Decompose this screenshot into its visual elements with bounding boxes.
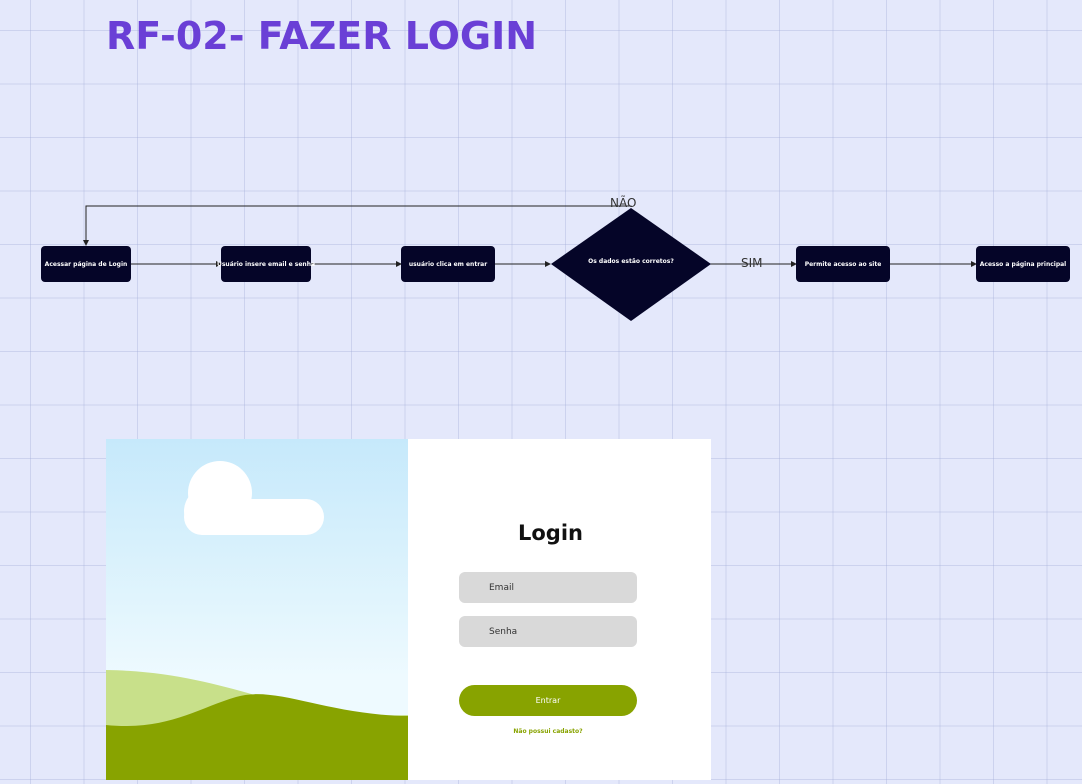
cloud-icon [184, 461, 324, 535]
edge-n4-n1 [83, 205, 632, 246]
signup-link[interactable]: Não possui cadasto? [459, 728, 637, 735]
flowchart: Acessar página de Login Usuário insere e… [0, 0, 1082, 420]
flow-node-insere: Usuário insere email e senha [217, 246, 315, 282]
flow-node-acessar: Acessar página de Login [41, 246, 131, 282]
login-button[interactable]: Entrar [459, 685, 637, 716]
flow-node-decision-label: Os dados estão corretos? [588, 258, 674, 265]
edge-label-nao: NÃO [610, 196, 637, 210]
flowchart-edges [83, 205, 977, 321]
login-mockup: Login Entrar Não possui cadasto? [106, 439, 711, 780]
landscape-art [106, 461, 408, 780]
login-title: Login [518, 521, 583, 545]
flow-node-permite: Permite acesso ao site [796, 246, 890, 282]
edge-label-sim: SIM [741, 256, 763, 270]
flow-node-acesso-principal: Acesso a página principal [976, 246, 1070, 282]
flow-node-clica: usuário clica em entrar [401, 246, 495, 282]
login-form: Login Entrar Não possui cadasto? [408, 439, 711, 780]
landscape-illustration [106, 439, 408, 780]
password-field[interactable] [459, 616, 637, 647]
email-field[interactable] [459, 572, 637, 603]
